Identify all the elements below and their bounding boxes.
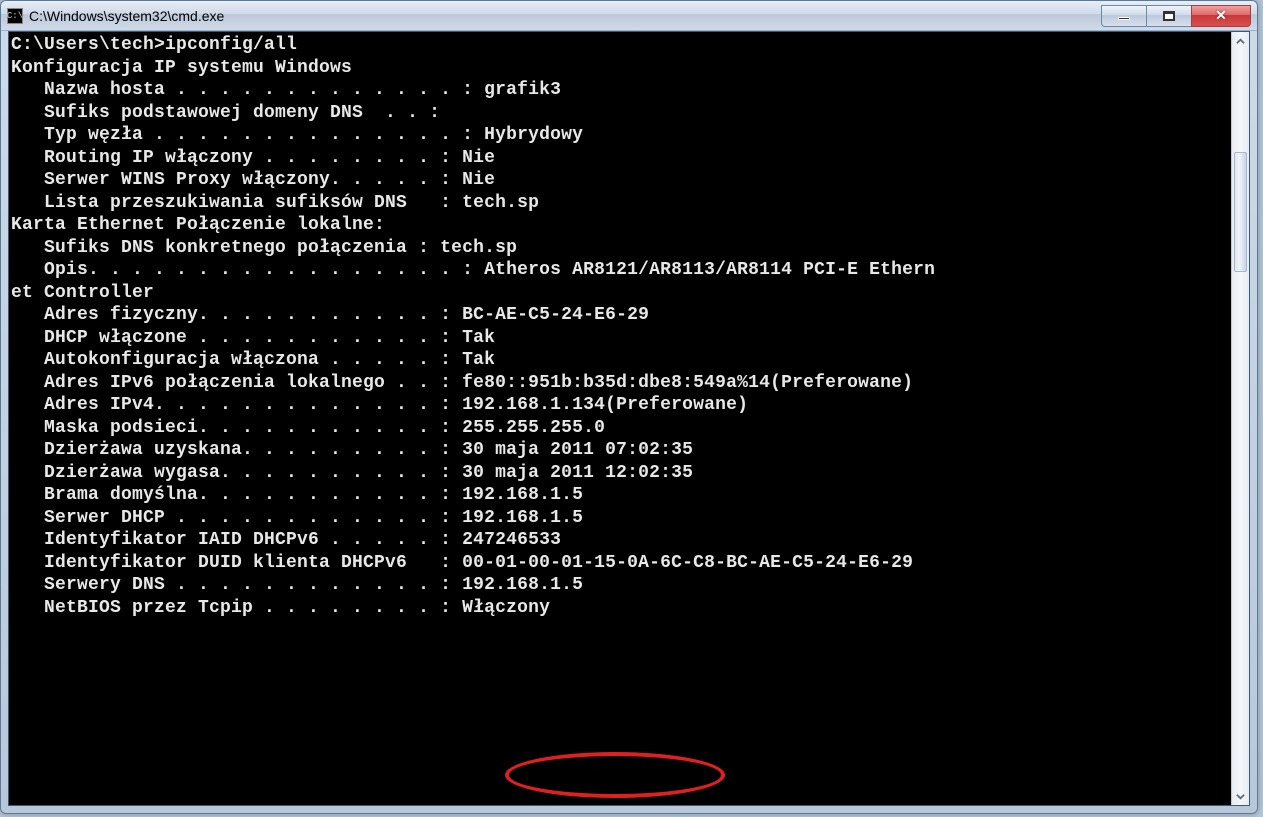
output-line: Adres IPv6 połączenia lokalnego . . : fe…: [11, 372, 1229, 395]
field-label: Brama domyślna. . . . . . . . . . . :: [11, 485, 462, 505]
dns-servers-value: 192.168.1.5: [462, 575, 583, 595]
field-label: Routing IP włączony . . . . . . . . :: [11, 148, 462, 168]
wins-proxy-value: Nie: [462, 170, 495, 190]
routing-ip-value: Nie: [462, 148, 495, 168]
window-title: C:\Windows\system32\cmd.exe: [29, 8, 1102, 24]
ipv4-address-value: 192.168.1.134(Preferowane): [462, 395, 748, 415]
maximize-icon: [1163, 11, 1175, 21]
output-line: Lista przeszukiwania sufiksów DNS : tech…: [11, 192, 1229, 215]
field-label: Autokonfiguracja włączona . . . . . :: [11, 350, 462, 370]
client-area: C:\Users\tech>ipconfig/allKonfiguracja I…: [8, 31, 1250, 806]
output-line: Brama domyślna. . . . . . . . . . . : 19…: [11, 484, 1229, 507]
window-controls: ✕: [1102, 5, 1251, 27]
output-line: Routing IP włączony . . . . . . . . : Ni…: [11, 147, 1229, 170]
output-line: Typ węzła . . . . . . . . . . . . . . : …: [11, 124, 1229, 147]
field-label: Adres IPv4. . . . . . . . . . . . . :: [11, 395, 462, 415]
output-line: Serwer DHCP . . . . . . . . . . . . : 19…: [11, 507, 1229, 530]
output-line: Serwer WINS Proxy włączony. . . . . : Ni…: [11, 169, 1229, 192]
autoconfig-value: Tak: [462, 350, 495, 370]
field-label: Dzierżawa uzyskana. . . . . . . . . :: [11, 440, 462, 460]
close-button[interactable]: ✕: [1191, 5, 1251, 27]
ipv6-link-local-value: fe80::951b:b35d:dbe8:549a%14(Preferowane…: [462, 373, 913, 393]
output-line: et Controller: [11, 282, 1229, 305]
cmd-window: C:\ C:\Windows\system32\cmd.exe ✕ C:\Use…: [0, 0, 1258, 814]
conn-dns-suffix-value: tech.sp: [440, 238, 517, 258]
output-line: NetBIOS przez Tcpip . . . . . . . . : Wł…: [11, 597, 1229, 620]
field-label: Serwery DNS . . . . . . . . . . . . :: [11, 575, 462, 595]
lease-obtained-value: 30 maja 2011 07:02:35: [462, 440, 693, 460]
output-line: Adres fizyczny. . . . . . . . . . . : BC…: [11, 304, 1229, 327]
section-header: Konfiguracja IP systemu Windows: [11, 57, 1229, 80]
output-line: Autokonfiguracja włączona . . . . . : Ta…: [11, 349, 1229, 372]
output-line: Dzierżawa uzyskana. . . . . . . . . : 30…: [11, 439, 1229, 462]
output-line: Serwery DNS . . . . . . . . . . . . : 19…: [11, 574, 1229, 597]
scroll-thumb[interactable]: [1234, 152, 1247, 272]
field-label: Sufiks DNS konkretnego połączenia :: [11, 238, 440, 258]
output-line: Nazwa hosta . . . . . . . . . . . . . : …: [11, 79, 1229, 102]
adapter-desc-value: Atheros AR8121/AR8113/AR8114 PCI-E Ether…: [484, 260, 935, 280]
field-label: Opis. . . . . . . . . . . . . . . . . :: [11, 260, 484, 280]
dhcpv6-iaid-value: 247246533: [462, 530, 561, 550]
output-line: Opis. . . . . . . . . . . . . . . . . : …: [11, 259, 1229, 282]
output-line: Sufiks DNS konkretnego połączenia : tech…: [11, 237, 1229, 260]
field-label: Serwer DHCP . . . . . . . . . . . . :: [11, 508, 462, 528]
cmd-icon: C:\: [7, 8, 23, 24]
field-label: Lista przeszukiwania sufiksów DNS :: [11, 193, 462, 213]
close-icon: ✕: [1215, 7, 1227, 24]
scroll-down-button[interactable]: [1232, 787, 1249, 805]
output-line: Dzierżawa wygasa. . . . . . . . . . : 30…: [11, 462, 1229, 485]
field-label: Adres fizyczny. . . . . . . . . . . :: [11, 305, 462, 325]
field-label: Serwer WINS Proxy włączony. . . . . :: [11, 170, 462, 190]
output-line: Identyfikator DUID klienta DHCPv6 : 00-0…: [11, 552, 1229, 575]
minimize-button[interactable]: [1101, 5, 1147, 27]
netbios-tcpip-value: Włączony: [462, 598, 550, 618]
titlebar[interactable]: C:\ C:\Windows\system32\cmd.exe ✕: [1, 1, 1257, 31]
field-label: Maska podsieci. . . . . . . . . . . :: [11, 418, 462, 438]
prompt-line: C:\Users\tech>ipconfig/all: [11, 34, 1229, 57]
minimize-icon: [1118, 17, 1130, 20]
node-type-value: Hybrydowy: [484, 125, 583, 145]
section-header: Karta Ethernet Połączenie lokalne:: [11, 214, 1229, 237]
field-label: DHCP włączone . . . . . . . . . . . :: [11, 328, 462, 348]
field-label: Identyfikator IAID DHCPv6 . . . . . :: [11, 530, 462, 550]
dhcp-enabled-value: Tak: [462, 328, 495, 348]
field-label: NetBIOS przez Tcpip . . . . . . . . :: [11, 598, 462, 618]
vertical-scrollbar[interactable]: [1231, 32, 1249, 805]
output-line: Adres IPv4. . . . . . . . . . . . . : 19…: [11, 394, 1229, 417]
output-line: Sufiks podstawowej domeny DNS . . :: [11, 102, 1229, 125]
chevron-down-icon: [1236, 792, 1245, 801]
dhcpv6-duid-value: 00-01-00-01-15-0A-6C-C8-BC-AE-C5-24-E6-2…: [462, 553, 913, 573]
output-line: DHCP włączone . . . . . . . . . . . : Ta…: [11, 327, 1229, 350]
field-label: Typ węzła . . . . . . . . . . . . . . :: [11, 125, 484, 145]
field-label: Identyfikator DUID klienta DHCPv6 :: [11, 553, 462, 573]
default-gateway-value: 192.168.1.5: [462, 485, 583, 505]
dhcp-server-value: 192.168.1.5: [462, 508, 583, 528]
hostname-value: grafik3: [484, 80, 561, 100]
scroll-up-button[interactable]: [1232, 32, 1249, 50]
mac-address-value: BC-AE-C5-24-E6-29: [462, 305, 649, 325]
maximize-button[interactable]: [1146, 5, 1192, 27]
field-label: Nazwa hosta . . . . . . . . . . . . . :: [11, 80, 484, 100]
subnet-mask-value: 255.255.255.0: [462, 418, 605, 438]
field-label: Dzierżawa wygasa. . . . . . . . . . :: [11, 463, 462, 483]
output-line: Maska podsieci. . . . . . . . . . . : 25…: [11, 417, 1229, 440]
output-line: Identyfikator IAID DHCPv6 . . . . . : 24…: [11, 529, 1229, 552]
lease-expires-value: 30 maja 2011 12:02:35: [462, 463, 693, 483]
chevron-up-icon: [1236, 37, 1245, 46]
field-label: Sufiks podstawowej domeny DNS . . :: [11, 103, 440, 123]
field-label: Adres IPv6 połączenia lokalnego . . :: [11, 373, 462, 393]
console-output[interactable]: C:\Users\tech>ipconfig/allKonfiguracja I…: [9, 32, 1231, 805]
dns-suffix-list-value: tech.sp: [462, 193, 539, 213]
